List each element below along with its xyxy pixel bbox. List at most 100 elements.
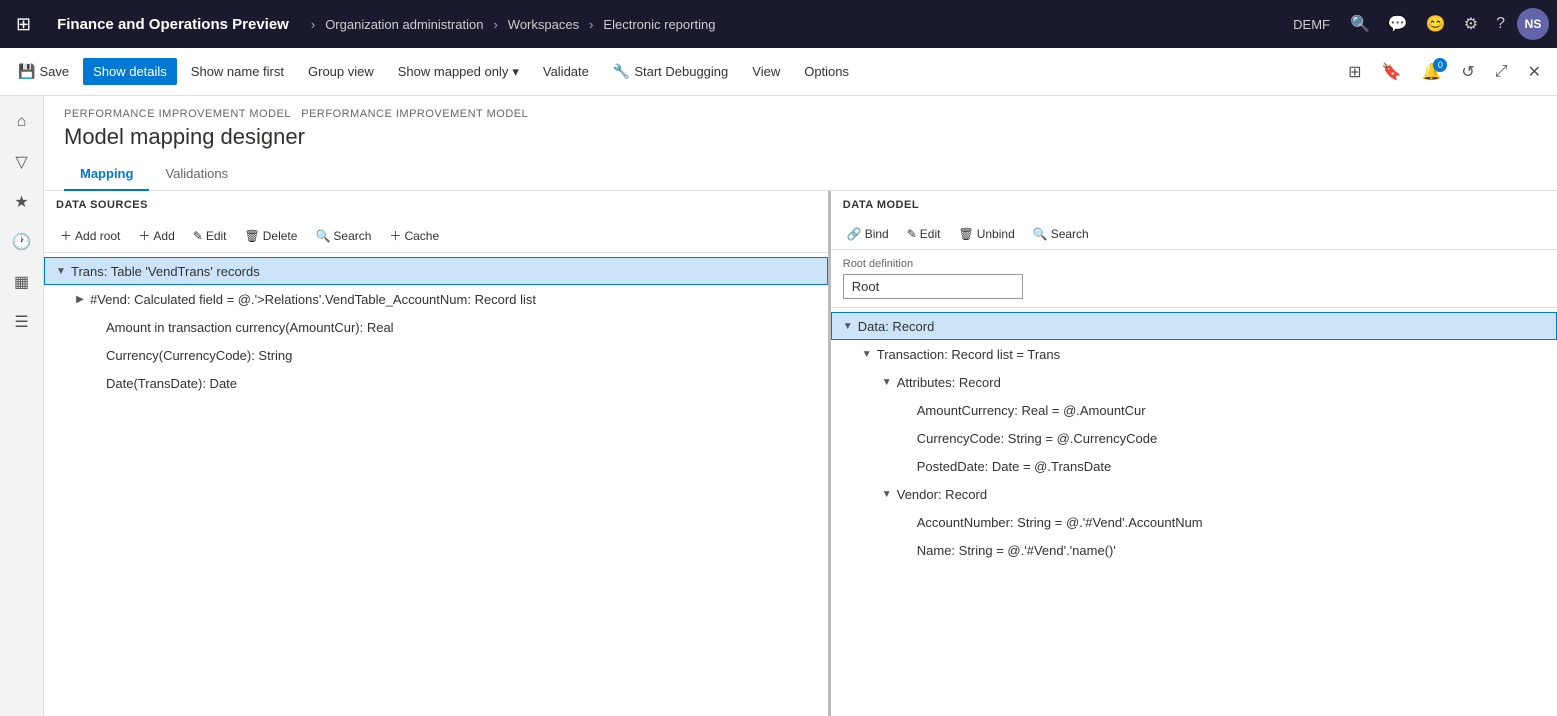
root-definition-input[interactable]: [843, 274, 1023, 299]
tree-node-trans[interactable]: ▼ Trans: Table 'VendTrans' records: [44, 257, 828, 285]
search-nav-icon[interactable]: 🔍: [1350, 14, 1370, 34]
help-nav-icon[interactable]: ?: [1496, 15, 1505, 33]
cache-icon: ＋: [389, 227, 401, 244]
start-debugging-button[interactable]: 🔧 Start Debugging: [603, 57, 738, 86]
close-icon-btn[interactable]: ✕: [1520, 56, 1549, 88]
view-label: View: [752, 64, 780, 79]
breadcrumb-workspaces[interactable]: Workspaces: [508, 17, 579, 32]
sidebar-dashboard-icon[interactable]: ▦: [4, 264, 40, 300]
breadcrumb-electronic-reporting[interactable]: Electronic reporting: [603, 17, 715, 32]
show-name-first-button[interactable]: Show name first: [181, 58, 294, 85]
unbind-label: Unbind: [977, 227, 1015, 241]
search-dm-button[interactable]: 🔍 Search: [1025, 223, 1097, 245]
attributes-toggle-icon[interactable]: ▼: [879, 374, 895, 390]
name-label: Name: String = @.'#Vend'.'name()': [917, 543, 1116, 558]
group-view-button[interactable]: Group view: [298, 58, 384, 85]
data-toggle-icon[interactable]: ▼: [840, 318, 856, 334]
unbind-button[interactable]: 🗑 Unbind: [950, 223, 1022, 245]
breadcrumb-part2[interactable]: PERFORMANCE IMPROVEMENT MODEL: [301, 108, 528, 120]
layout-icon-btn[interactable]: ⊞: [1340, 56, 1369, 88]
add-root-button[interactable]: ＋ Add root: [52, 223, 128, 248]
search-ds-button[interactable]: 🔍 Search: [307, 225, 379, 247]
tree-node-amountcurrency[interactable]: AmountCurrency: Real = @.AmountCur: [831, 396, 1557, 424]
breadcrumb-sep1: ›: [311, 17, 315, 32]
tree-node-data[interactable]: ▼ Data: Record: [831, 312, 1557, 340]
trans-label: Trans: Table 'VendTrans' records: [71, 264, 260, 279]
show-details-button[interactable]: Show details: [83, 58, 177, 85]
edit-ds-label: Edit: [206, 229, 227, 243]
view-button[interactable]: View: [742, 58, 790, 85]
vend-toggle-icon[interactable]: ▶: [72, 291, 88, 307]
root-definition-section: Root definition: [831, 250, 1557, 308]
edit-dm-button[interactable]: ✎ Edit: [899, 223, 949, 245]
date-toggle-spacer: [88, 375, 104, 391]
sidebar-home-icon[interactable]: ⌂: [4, 104, 40, 140]
tab-mapping[interactable]: Mapping: [64, 158, 149, 191]
accountnumber-label: AccountNumber: String = @.'#Vend'.Accoun…: [917, 515, 1203, 530]
left-sidebar: ⌂ ▽ ★ 🕐 ▦ ☰: [0, 96, 44, 716]
currencycode-label: CurrencyCode: String = @.CurrencyCode: [917, 431, 1157, 446]
settings-nav-icon[interactable]: ⚙: [1464, 14, 1478, 34]
cache-button[interactable]: ＋ Cache: [381, 223, 447, 248]
user-avatar[interactable]: NS: [1517, 8, 1549, 40]
amountcurrency-label: AmountCurrency: Real = @.AmountCur: [917, 403, 1146, 418]
tree-node-posteddate[interactable]: PostedDate: Date = @.TransDate: [831, 452, 1557, 480]
tree-node-currency[interactable]: Currency(CurrencyCode): String: [44, 341, 828, 369]
tree-node-accountnumber[interactable]: AccountNumber: String = @.'#Vend'.Accoun…: [831, 508, 1557, 536]
top-nav: ⊞ Finance and Operations Preview › Organ…: [0, 0, 1557, 48]
tree-node-amount[interactable]: Amount in transaction currency(AmountCur…: [44, 313, 828, 341]
edit-dm-label: Edit: [920, 227, 941, 241]
options-label: Options: [804, 64, 849, 79]
show-name-first-label: Show name first: [191, 64, 284, 79]
sidebar-favorites-icon[interactable]: ★: [4, 184, 40, 220]
bookmark-icon-btn[interactable]: 🔖: [1374, 56, 1410, 88]
delete-button[interactable]: 🗑 Delete: [237, 225, 306, 247]
bind-label: Bind: [865, 227, 889, 241]
tree-node-vendor[interactable]: ▼ Vendor: Record: [831, 480, 1557, 508]
app-grid-icon[interactable]: ⊞: [8, 14, 39, 35]
validate-button[interactable]: Validate: [533, 58, 599, 85]
vendor-toggle-icon[interactable]: ▼: [879, 486, 895, 502]
amount-toggle-spacer: [88, 319, 104, 335]
name-spacer: [899, 542, 915, 558]
tree-node-vend[interactable]: ▶ #Vend: Calculated field = @.'>Relation…: [44, 285, 828, 313]
edit-ds-button[interactable]: ✎ Edit: [185, 225, 235, 247]
data-sources-tree: ▼ Trans: Table 'VendTrans' records ▶ #Ve…: [44, 253, 828, 716]
tree-node-attributes[interactable]: ▼ Attributes: Record: [831, 368, 1557, 396]
notification-icon-btn[interactable]: 🔔 0: [1413, 56, 1449, 88]
debug-icon: 🔧: [613, 63, 630, 80]
tree-node-transaction[interactable]: ▼ Transaction: Record list = Trans: [831, 340, 1557, 368]
save-button[interactable]: 💾 Save: [8, 57, 79, 86]
start-debugging-label: Start Debugging: [634, 64, 728, 79]
show-details-label: Show details: [93, 64, 167, 79]
breadcrumb-part1[interactable]: PERFORMANCE IMPROVEMENT MODEL: [64, 108, 291, 120]
page-header: PERFORMANCE IMPROVEMENT MODEL PERFORMANC…: [44, 96, 1557, 158]
tree-node-currencycode[interactable]: CurrencyCode: String = @.CurrencyCode: [831, 424, 1557, 452]
refresh-icon-btn[interactable]: ↺: [1453, 56, 1482, 88]
breadcrumb-org-admin[interactable]: Organization administration: [325, 17, 483, 32]
breadcrumb: PERFORMANCE IMPROVEMENT MODEL PERFORMANC…: [64, 108, 1537, 120]
main-toolbar: 💾 Save Show details Show name first Grou…: [0, 48, 1557, 96]
transaction-toggle-icon[interactable]: ▼: [859, 346, 875, 362]
amountcurrency-spacer: [899, 402, 915, 418]
show-mapped-only-button[interactable]: Show mapped only ▾: [388, 58, 529, 86]
currency-label: Currency(CurrencyCode): String: [106, 348, 292, 363]
bind-button[interactable]: 🔗 Bind: [839, 223, 897, 245]
sidebar-list-icon[interactable]: ☰: [4, 304, 40, 340]
posteddate-spacer: [899, 458, 915, 474]
popout-icon-btn[interactable]: ⤢: [1487, 57, 1516, 87]
sidebar-filter-icon[interactable]: ▽: [4, 144, 40, 180]
tree-node-date[interactable]: Date(TransDate): Date: [44, 369, 828, 397]
tree-node-name[interactable]: Name: String = @.'#Vend'.'name()': [831, 536, 1557, 564]
show-mapped-dropdown-icon: ▾: [512, 64, 519, 80]
options-button[interactable]: Options: [794, 58, 859, 85]
chat-nav-icon[interactable]: 💬: [1388, 14, 1408, 34]
tab-bar: Mapping Validations: [44, 158, 1557, 191]
add-button[interactable]: ＋ Add: [130, 223, 182, 248]
sidebar-recent-icon[interactable]: 🕐: [4, 224, 40, 260]
smiley-nav-icon[interactable]: 😊: [1426, 14, 1446, 34]
env-label: DEMF: [1293, 17, 1330, 32]
tab-validations[interactable]: Validations: [149, 158, 244, 191]
trans-toggle-icon[interactable]: ▼: [53, 263, 69, 279]
edit-dm-icon: ✎: [907, 227, 917, 241]
